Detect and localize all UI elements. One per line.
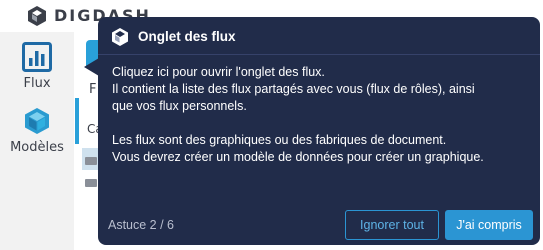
step-counter: Astuce 2 / 6 [108,218,175,232]
tooltip-text-line: Vous devrez créer un modèle de données p… [112,150,484,164]
tab-label-partial: F [89,82,97,97]
cube-icon [112,28,128,46]
sidebar-item-models[interactable]: Modèles [0,106,74,155]
cube-icon [25,108,49,134]
divider [98,54,540,55]
tooltip-text-line: Il contient la liste des flux partagés a… [112,82,475,96]
sidebar-item-label: Flux [23,76,51,91]
sidebar: Flux Modèles [0,32,74,250]
tooltip-pointer [84,58,99,76]
ignore-all-button[interactable]: Ignorer tout [345,210,439,240]
tooltip-body: Cliquez ici pour ouvrir l'onglet des flu… [112,64,532,166]
bar-chart-icon [22,42,52,72]
tooltip-title: Onglet des flux [138,29,236,44]
tooltip-text-line: Les flux sont des graphiques ou des fabr… [112,133,447,147]
sidebar-item-flux[interactable]: Flux [0,42,74,91]
tooltip-text-line: que vos flux personnels. [112,99,247,113]
tour-tooltip: Onglet des flux Cliquez ici pour ouvrir … [98,17,540,245]
tooltip-text-line: Cliquez ici pour ouvrir l'onglet des flu… [112,65,325,79]
digdash-logo-icon [28,6,46,26]
sidebar-item-label: Modèles [10,140,64,155]
folder-icon [85,157,97,165]
got-it-button[interactable]: J'ai compris [445,210,533,240]
folder-icon [85,179,97,187]
selection-indicator [75,98,79,144]
